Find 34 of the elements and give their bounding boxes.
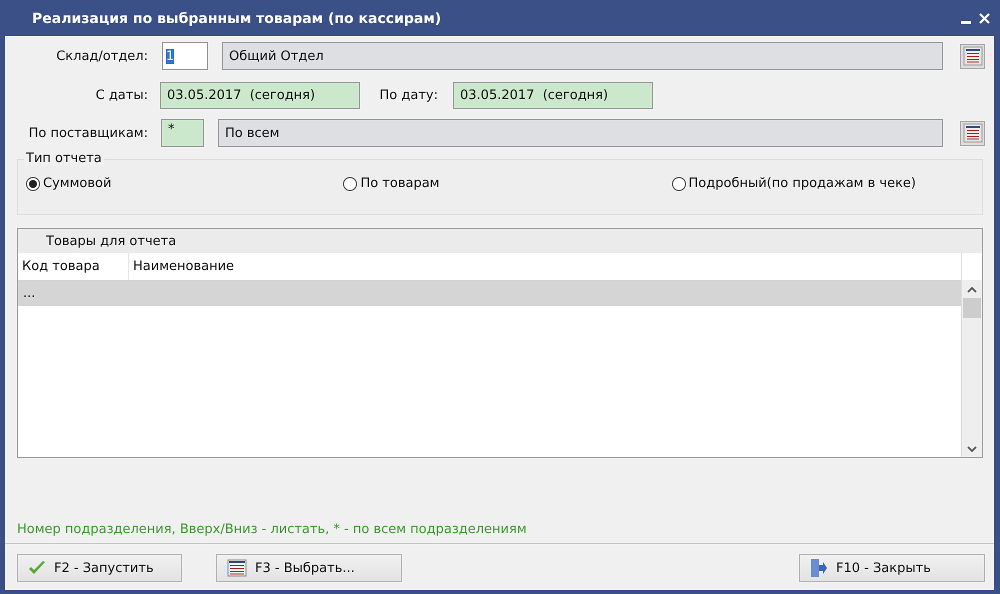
select-button[interactable]: F3 - Выбрать... <box>216 554 402 582</box>
supplier-code-field[interactable]: * <box>161 119 204 147</box>
close-button[interactable]: F10 - Закрыть <box>799 554 985 582</box>
radio-option[interactable]: Подробный(по продажам в чеке) <box>672 176 916 191</box>
field-label: С даты: <box>94 88 148 103</box>
field-label: По поставщикам: <box>28 126 148 140</box>
check-icon <box>28 560 46 576</box>
scroll-thumb[interactable] <box>963 298 981 318</box>
scrollbar[interactable] <box>961 280 982 457</box>
scroll-up-icon[interactable] <box>967 286 977 293</box>
list-button[interactable] <box>960 120 985 146</box>
window-title: Реализация по выбранным товарам (по кассирам) <box>32 10 442 27</box>
supplier-name-field[interactable]: По всем <box>218 119 943 147</box>
radio-button[interactable] <box>26 176 40 190</box>
column-header[interactable]: Наименование <box>129 253 234 280</box>
date-from-field[interactable]: 03.05.2017 (сегодня) <box>160 82 360 109</box>
list-button[interactable] <box>960 44 985 68</box>
field-label: Склад/отдел: <box>55 48 148 64</box>
table-row[interactable]: ... <box>18 280 961 306</box>
radio-option[interactable]: По товарам <box>343 176 440 191</box>
department-name-field[interactable]: Общий Отдел <box>222 42 943 70</box>
department-code-field[interactable]: 1 <box>162 42 208 70</box>
table-title: Товары для отчета <box>18 229 982 253</box>
close-icon[interactable] <box>979 12 990 24</box>
scroll-down-icon[interactable] <box>967 446 977 453</box>
radio-button[interactable] <box>672 176 686 190</box>
hint-text: Номер подразделения, Вверх/Вниз - листать, * - по всем подразделениям <box>17 522 528 539</box>
field-label: По дату: <box>378 88 438 103</box>
radio-option[interactable]: Суммовой <box>26 176 112 191</box>
run-button[interactable]: F2 - Запустить <box>17 554 182 582</box>
date-to-field[interactable]: 03.05.2017 (сегодня) <box>453 82 653 109</box>
exit-door-icon <box>810 558 828 578</box>
list-icon <box>227 559 247 577</box>
radio-button[interactable] <box>343 176 358 190</box>
